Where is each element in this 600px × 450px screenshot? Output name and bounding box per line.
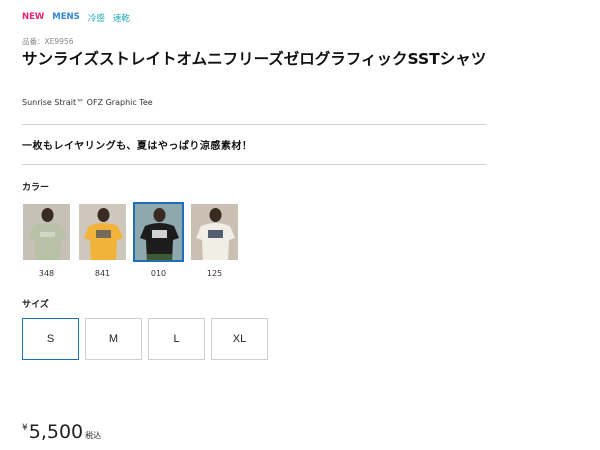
- product-title: サンライズストレイトオムニフリーズゼログラフィックSSTシャツ: [22, 50, 487, 68]
- color-code: 348: [38, 269, 55, 278]
- color-swatch-348[interactable]: 348: [22, 203, 71, 278]
- color-swatch-125[interactable]: 125: [190, 203, 239, 278]
- model-photo-thumbnail[interactable]: [190, 203, 239, 261]
- color-code: 841: [94, 269, 111, 278]
- size-button-xl[interactable]: XL: [211, 318, 268, 360]
- price: ¥ 5,500 税込: [22, 421, 101, 443]
- product-tags: NEW MENS 冷感 速乾: [22, 12, 130, 24]
- price-amount: 5,500: [28, 421, 84, 443]
- color-swatch-010[interactable]: 010: [134, 203, 183, 278]
- model-photo-thumbnail[interactable]: [134, 203, 183, 261]
- color-swatches: 348 841 010 125: [22, 203, 239, 278]
- color-swatch-841[interactable]: 841: [78, 203, 127, 278]
- color-code: 010: [150, 269, 167, 278]
- product-title-english: Sunrise Strait™ OFZ Graphic Tee: [22, 98, 153, 107]
- size-button-m[interactable]: M: [85, 318, 142, 360]
- product-code: 品番：XE9956: [22, 37, 74, 46]
- size-button-s[interactable]: S: [22, 318, 79, 360]
- currency-symbol: ¥: [22, 423, 28, 433]
- model-photo-thumbnail[interactable]: [78, 203, 127, 261]
- tag-cooling[interactable]: 冷感: [88, 12, 105, 24]
- color-label: カラー: [22, 183, 50, 193]
- divider: [22, 164, 486, 165]
- divider: [22, 124, 486, 125]
- size-button-l[interactable]: L: [148, 318, 205, 360]
- size-label: サイズ: [22, 300, 49, 310]
- color-code: 125: [206, 269, 223, 278]
- size-selector: S M L XL: [22, 318, 268, 360]
- model-photo-thumbnail[interactable]: [22, 203, 71, 261]
- tag-new: NEW: [22, 12, 45, 22]
- product-catchphrase: 一枚もレイヤリングも、夏はやっぱり涼感素材！: [22, 141, 253, 152]
- tag-mens[interactable]: MENS: [52, 12, 80, 24]
- tag-quick-dry[interactable]: 速乾: [113, 12, 130, 24]
- tax-included-label: 税込: [85, 431, 102, 440]
